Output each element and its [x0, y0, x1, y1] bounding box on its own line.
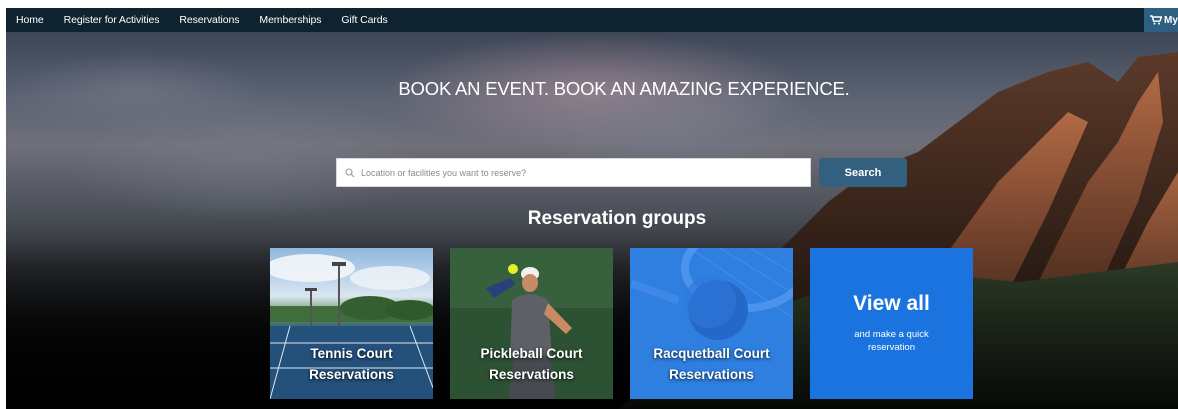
card-label: Pickleball Court Reservations [450, 343, 613, 385]
nav-memberships[interactable]: Memberships [259, 14, 321, 26]
pickleball-court-card[interactable]: Pickleball Court Reservations [450, 248, 613, 399]
page: Home Register for Activities Reservation… [6, 8, 1178, 409]
card-label-line2: Reservations [669, 367, 754, 382]
nav-reservations[interactable]: Reservations [179, 14, 239, 26]
search-input[interactable] [359, 166, 783, 179]
nav-gift-cards[interactable]: Gift Cards [341, 14, 387, 26]
card-label-line1: Pickleball Court [480, 346, 583, 361]
search-icon [345, 167, 355, 178]
card-label-line1: Racquetball Court [653, 346, 770, 361]
card-label-line2: Reservations [309, 367, 394, 382]
nav-register-for-activities[interactable]: Register for Activities [64, 14, 160, 26]
cart-button[interactable]: My [1144, 8, 1178, 32]
view-all-title: View all [853, 292, 930, 315]
reservation-groups-title: Reservation groups [527, 208, 707, 229]
cart-label: My [1164, 14, 1178, 26]
card-label: Tennis Court Reservations [270, 343, 433, 385]
view-all-subtitle-line2: reservation [868, 342, 915, 353]
card-label: Racquetball Court Reservations [630, 343, 793, 385]
cart-icon [1150, 15, 1162, 25]
racquetball-court-card[interactable]: Racquetball Court Reservations [630, 248, 793, 399]
nav-home[interactable]: Home [16, 14, 44, 26]
top-navigation: Home Register for Activities Reservation… [6, 8, 1178, 32]
tennis-court-card[interactable]: Tennis Court Reservations [270, 248, 433, 399]
view-all-subtitle-line1: and make a quick [854, 329, 929, 340]
view-all-subtitle: and make a quick reservation [810, 328, 973, 354]
search-button[interactable]: Search [819, 158, 907, 187]
view-all-card[interactable]: View all and make a quick reservation [810, 248, 973, 399]
card-label-line1: Tennis Court [310, 346, 393, 361]
card-label-line2: Reservations [489, 367, 574, 382]
search-field-container [336, 158, 811, 187]
hero-title: BOOK AN EVENT. BOOK AN AMAZING EXPERIENC… [398, 78, 850, 99]
